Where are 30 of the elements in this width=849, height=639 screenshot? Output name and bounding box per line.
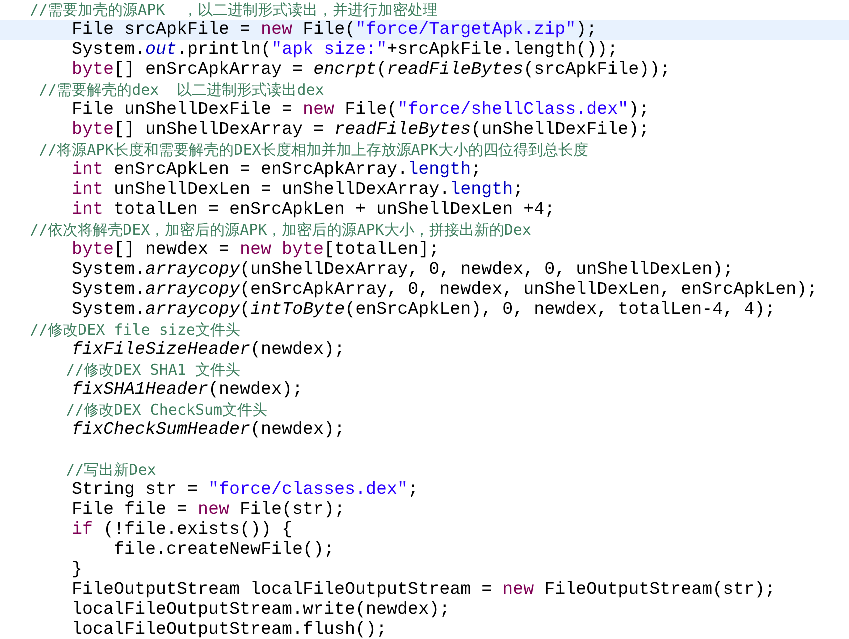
code-line: if (!file.exists()) { (71, 520, 294, 540)
code-line: localFileOutputStream.write(newdex); (71, 600, 452, 620)
code-line: File file = new File(str); (71, 500, 346, 520)
code-line: System.arraycopy(enSrcApkArray, 0, newdex, unShellDexLen, enSrcApkLen); (71, 280, 819, 300)
code-line: //需要解壳的dex 以二进制形式读出dex (38, 80, 326, 100)
code-line: int totalLen = enSrcApkLen + unShellDexLen +4; (71, 200, 556, 220)
code-line: byte[] newdex = new byte[totalLen]; (71, 240, 441, 260)
code-line: System.arraycopy(unShellDexArray, 0, newdex, 0, unShellDexLen); (71, 260, 735, 280)
code-line: } (71, 560, 84, 580)
code-line: fixCheckSumHeader(newdex); (71, 420, 346, 440)
code-line: FileOutputStream localFileOutputStream = new FileOutputStream(str); (71, 580, 777, 600)
code-line: //写出新Dex (65, 460, 158, 480)
code-line: int unShellDexLen = unShellDexArray.length; (71, 180, 525, 200)
code-line: byte[] enSrcApkArray = encrpt(readFileBytes(srcApkFile)); (71, 60, 672, 80)
code-line: //修改DEX file size文件头 (29, 320, 242, 340)
code-line: file.createNewFile(); (113, 540, 336, 560)
code-line: byte[] unShellDexArray = readFileBytes(unShellDexFile); (71, 120, 651, 140)
code-line: File unShellDexFile = new File("force/shellClass.dex"); (71, 100, 651, 120)
code-line: System.arraycopy(intToByte(enSrcApkLen), 0, newdex, totalLen-4, 4); (71, 300, 777, 320)
code-line: int enSrcApkLen = enSrcApkArray.length; (71, 160, 483, 180)
code-line: //需要加壳的源APK ，以二进制形式读出，并进行加密处理 (29, 0, 440, 20)
code-line: System.out.println("apk size:"+srcApkFile.length()); (71, 40, 620, 60)
code-line: //依次将解壳DEX，加密后的源APK，加密后的源APK大小，拼接出新的Dex (29, 220, 532, 240)
code-line: //修改DEX CheckSum文件头 (65, 400, 269, 420)
code-line: fixSHA1Header(newdex); (71, 380, 304, 400)
code-line: String str = "force/classes.dex"; (71, 480, 420, 500)
code-line: //将源APK长度和需要解壳的DEX长度相加并加上存放源APK大小的四位得到总长度 (38, 140, 590, 160)
code-line: localFileOutputStream.flush(); (71, 620, 388, 639)
code-line: //修改DEX SHA1 文件头 (65, 360, 242, 380)
code-line: fixFileSizeHeader(newdex); (71, 340, 346, 360)
